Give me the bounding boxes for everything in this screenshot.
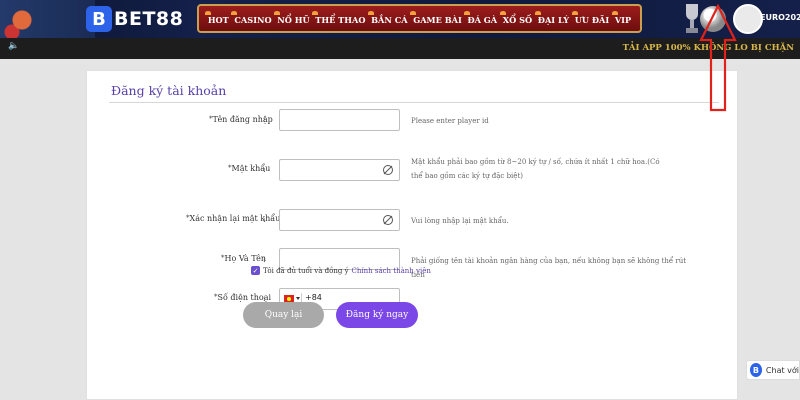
nav-item-hot[interactable]: HOT [204,11,229,25]
register-form-card: Đăng ký tài khoản *Tên đăng nhập : Pleas… [86,70,738,400]
top-header: B BET88 HOT CASINO NỔ HŨ THỂ THAO BẮN CÁ… [0,0,800,38]
nav-item-dai-ly[interactable]: ĐẠI LÝ [534,11,569,25]
confirm-password-label: *Xác nhận lại mật khẩu [186,214,281,223]
nav-item-ban-ca[interactable]: BẮN CÁ [368,11,408,25]
nav-item-vip[interactable]: VIP [611,11,631,25]
confirm-password-input[interactable] [279,209,400,231]
nav-item-uu-dai[interactable]: ƯU ĐÃI [571,11,609,25]
site-logo[interactable]: B BET88 [86,6,183,32]
nav-item-no-hu[interactable]: NỔ HŨ [274,11,310,25]
agree-checkbox[interactable]: ✓ [251,266,260,275]
chat-widget[interactable]: B Chat với [746,360,800,380]
confirm-password-hint: Vui lòng nhập lại mật khẩu. [411,217,509,225]
back-button[interactable]: Quay lại [243,302,324,328]
chat-logo-icon: B [750,363,762,377]
announcement-bar: 🔈 TẢI APP 100% KHÔNG LO BỊ CHẶN [0,38,800,59]
nav-item-game-bai[interactable]: GAME BÀI [410,11,462,25]
agree-text: Tôi đã đủ tuổi và đồng ý [263,266,349,275]
username-hint: Please enter player id [411,117,489,125]
fullname-label: *Họ Và Tên [221,254,267,263]
member-policy-link[interactable]: Chính sách thành viên [352,267,431,275]
chat-label: Chat với [765,365,799,375]
main-nav: HOT CASINO NỔ HŨ THỂ THAO BẮN CÁ GAME BÀ… [197,4,642,33]
form-title: Đăng ký tài khoản [111,83,227,98]
register-button[interactable]: Đăng ký ngay [336,302,418,328]
password-input[interactable] [279,159,400,181]
nav-item-xo-so[interactable]: XỔ SỐ [499,11,532,25]
password-hint: Mật khẩu phải bao gồm từ 8~20 ký tự / số… [411,158,660,180]
agree-row: ✓ Tôi đã đủ tuổi và đồng ý Chính sách th… [251,266,431,275]
logo-badge: B [86,6,112,32]
logo-text: BET88 [114,8,184,30]
eye-off-icon[interactable] [382,214,394,226]
euro-badge-text: EURO2024 [760,13,800,22]
username-input[interactable] [279,109,400,131]
country-code: +84 [305,293,322,302]
fullname-hint: Phải giống tên tài khoản ngân hàng của b… [411,257,687,279]
red-arrow-annotation [699,4,737,112]
header-players-banner [0,0,95,38]
nav-item-da-ga[interactable]: ĐÁ GÀ [464,11,497,25]
speaker-icon: 🔈 [8,41,20,51]
title-divider [109,102,719,103]
nav-item-the-thao[interactable]: THỂ THAO [312,11,365,25]
nav-item-casino[interactable]: CASINO [231,11,272,25]
eye-off-icon[interactable] [382,164,394,176]
chevron-down-icon[interactable] [296,297,300,300]
